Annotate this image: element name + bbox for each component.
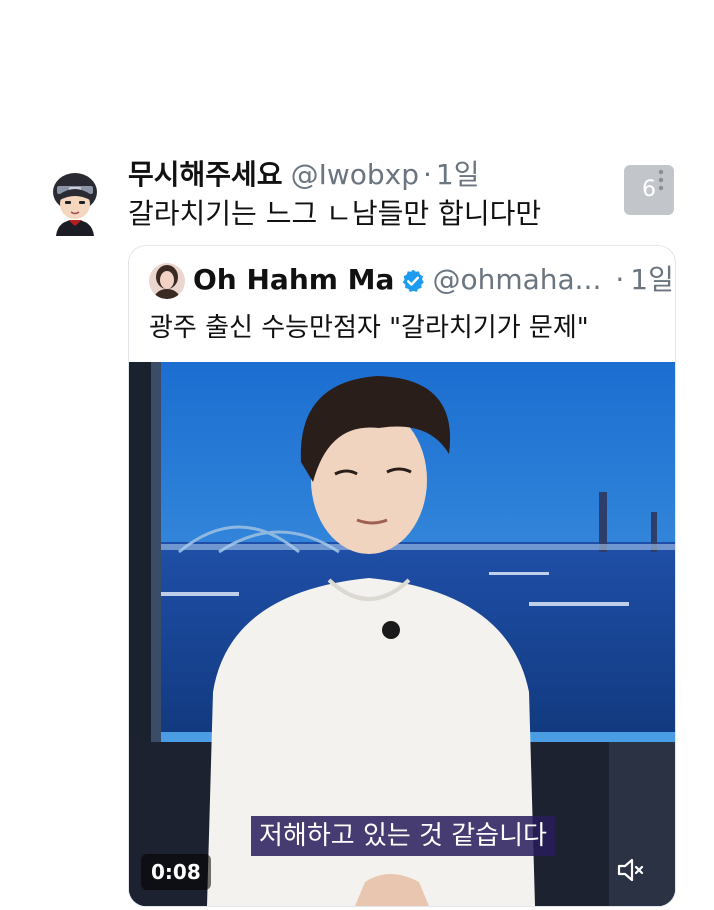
quote-header: Oh Hahm Ma @ohmaha... · 1일: [193, 260, 674, 305]
more-count: 6: [642, 177, 656, 202]
quote-display-name[interactable]: Oh Hahm Ma: [193, 263, 394, 296]
timestamp[interactable]: 1일: [436, 158, 480, 191]
user-handle[interactable]: @Iwobxp: [291, 158, 419, 191]
more-dots-icon: [658, 169, 664, 191]
quote-avatar[interactable]: [149, 263, 185, 299]
tweet-text: 갈라치기는 느그 ㄴ남들만 합니다만: [128, 197, 542, 230]
tweet-header: 무시해주세요 @Iwobxp · 1일: [128, 155, 479, 195]
verified-badge-icon: [400, 265, 426, 305]
quoted-tweet[interactable]: Oh Hahm Ma @ohmaha... · 1일 광주 출신 수능만점자 "갈라치…: [128, 245, 676, 907]
avatar-icon[interactable]: [48, 170, 102, 236]
quote-user-handle[interactable]: @ohmaha...: [432, 263, 601, 296]
more-options-badge[interactable]: 6: [624, 165, 674, 215]
separator-dot: ·: [422, 158, 432, 191]
quote-separator-dot: ·: [615, 263, 625, 296]
display-name[interactable]: 무시해주세요: [128, 158, 283, 191]
quote-timestamp[interactable]: 1일: [630, 263, 674, 296]
tweet[interactable]: 무시해주세요 @Iwobxp · 1일 갈라치기는 느그 ㄴ남들만 합니다만 6 Oh…: [0, 0, 714, 910]
quote-text: 광주 출신 수능만점자 "갈라치기가 문제": [149, 313, 589, 343]
video-subtitle: 저해하고 있는 것 같습니다: [251, 816, 555, 856]
video-player[interactable]: 저해하고 있는 것 같습니다 0:08: [129, 362, 675, 906]
video-duration: 0:08: [141, 854, 211, 890]
mute-icon[interactable]: [615, 854, 647, 886]
